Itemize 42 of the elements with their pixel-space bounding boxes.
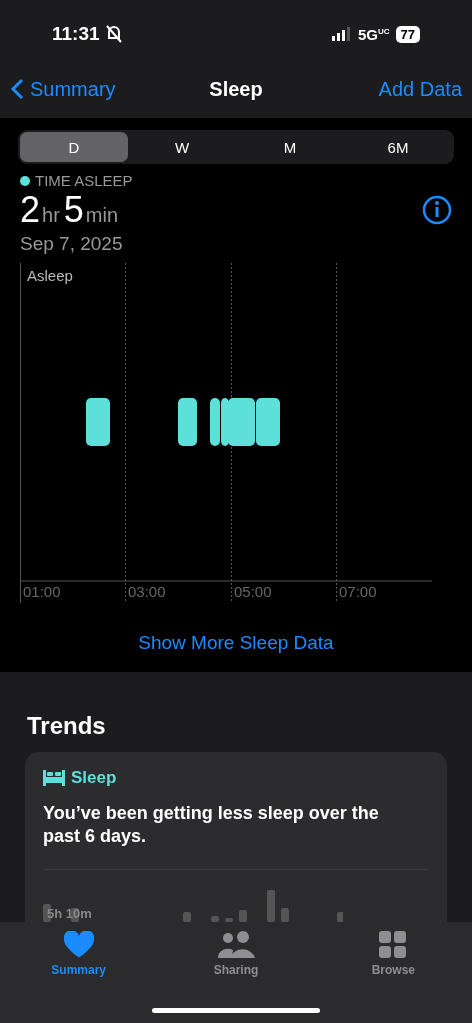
sleep-segment: [256, 398, 280, 446]
grid-icon: [379, 931, 408, 959]
add-data-button[interactable]: Add Data: [378, 77, 462, 101]
chevron-left-icon: [10, 78, 24, 100]
range-tab[interactable]: 6M: [344, 132, 452, 162]
battery-indicator: 77: [395, 25, 420, 43]
time-tick: 03:00: [128, 583, 166, 600]
bed-icon: [43, 770, 65, 786]
card-category: Sleep: [71, 768, 117, 788]
info-icon[interactable]: [422, 195, 452, 225]
time-tick: 01:00: [23, 583, 61, 600]
minutes-value: 5: [63, 189, 84, 230]
time-tick: 05:00: [234, 583, 272, 600]
metric-label: TIME ASLEEP: [35, 172, 133, 189]
range-tab[interactable]: D: [20, 132, 128, 162]
tab-bar-item[interactable]: Sharing: [181, 930, 291, 986]
tab-bar-item[interactable]: Summary: [23, 930, 134, 986]
range-tab[interactable]: W: [128, 132, 236, 162]
date-label: Sep 7, 2025: [20, 233, 124, 255]
sleep-segment: [178, 398, 197, 446]
people-icon: [217, 931, 255, 959]
range-tab[interactable]: M: [236, 132, 344, 162]
section-title: Trends: [27, 712, 107, 740]
sleep-segment: [86, 398, 110, 446]
trend-card[interactable]: Sleep You’ve been getting less sleep over the past 6 days. 5h 10m: [25, 752, 447, 922]
back-button[interactable]: Summary: [10, 77, 116, 101]
tab-bar-item[interactable]: Browse: [338, 930, 449, 986]
hours-value: 2: [20, 189, 41, 230]
page-title: Sleep: [209, 77, 263, 101]
chart-category: Asleep: [27, 267, 73, 284]
network-label: 5G$^{UC}$: [357, 25, 390, 43]
average-label: 5h 10m: [47, 905, 92, 921]
trend-message: You’ve been getting less sleep over the past 6 days.: [43, 802, 380, 849]
hours-unit: hr: [42, 204, 60, 226]
signal-icon: [331, 27, 352, 41]
show-more-link[interactable]: Show More Sleep Data: [132, 631, 340, 655]
heart-icon: [63, 931, 94, 959]
bell-off-icon: [105, 25, 122, 43]
status-time: 11:31: [52, 23, 100, 45]
time-tick: 07:00: [339, 583, 377, 600]
sleep-segment: [210, 398, 220, 446]
minutes-unit: min: [85, 204, 119, 226]
